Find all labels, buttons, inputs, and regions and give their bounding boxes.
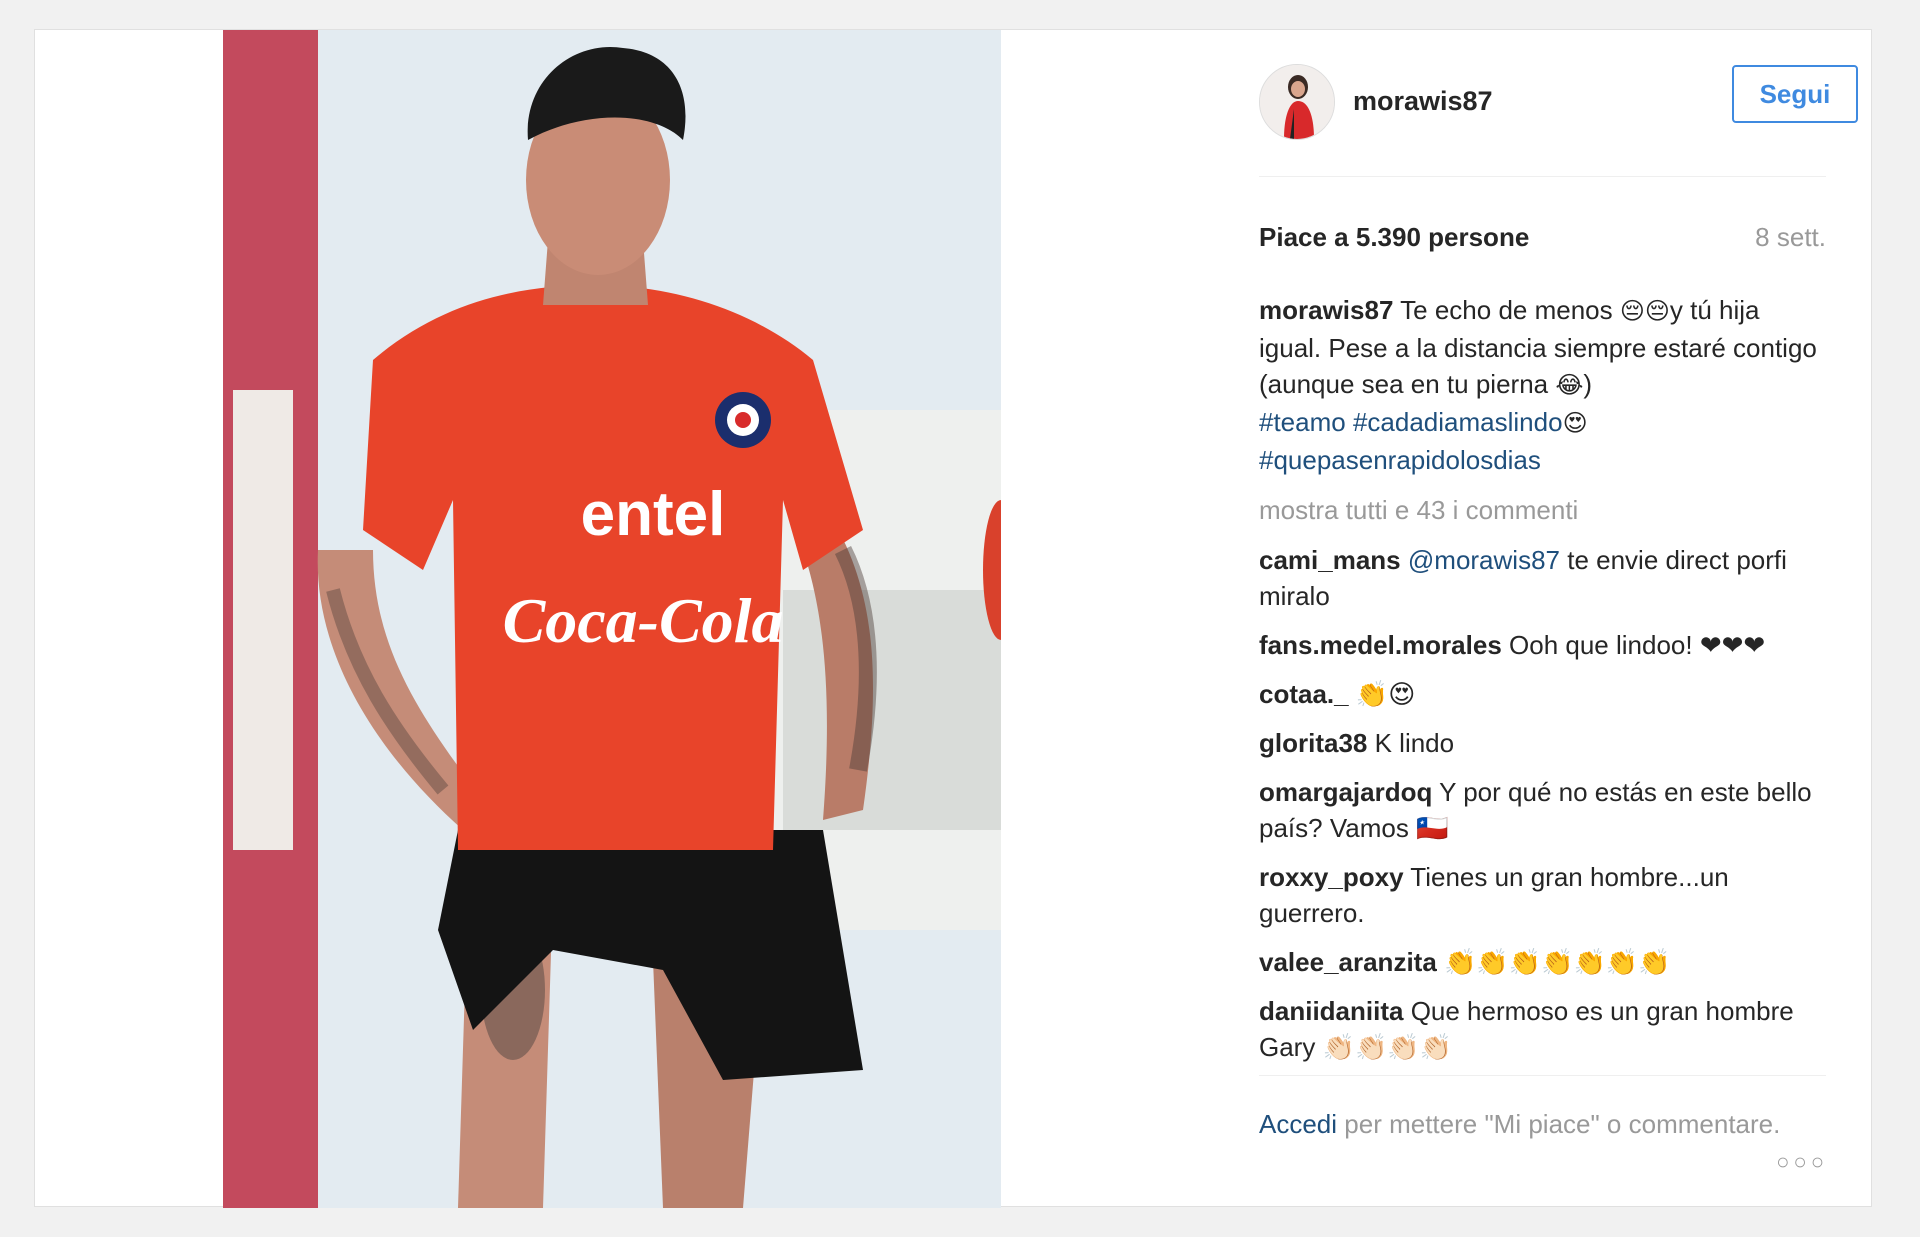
comment-username[interactable]: valee_aranzita xyxy=(1259,947,1437,977)
comment-text: K lindo xyxy=(1367,728,1455,758)
login-link[interactable]: Accedi xyxy=(1259,1109,1337,1139)
caption-username[interactable]: morawis87 xyxy=(1259,295,1393,325)
caption-text-3: ) xyxy=(1583,369,1593,399)
comments-list: morawis87 Te echo de menos 😔😔y tú hija i… xyxy=(1259,292,1826,1078)
post-card: entel Coca-Cola morawis87 Segui Piace a … xyxy=(34,29,1872,1208)
comment-username[interactable]: cotaa._ xyxy=(1259,679,1349,709)
comment-item: daniidaniita Que hermoso es un gran homb… xyxy=(1259,993,1826,1065)
post-username[interactable]: morawis87 xyxy=(1353,86,1493,117)
follow-button[interactable]: Segui xyxy=(1732,65,1858,123)
comment-item: cotaa._ 👏😍 xyxy=(1259,676,1826,712)
caption-text: Te echo de menos xyxy=(1393,295,1620,325)
show-all-comments[interactable]: mostra tutti e 43 i commenti xyxy=(1259,492,1826,528)
caption-emoji-laugh: 😂 xyxy=(1555,372,1584,399)
comment-username[interactable]: omargajardoq xyxy=(1259,777,1432,807)
more-options-icon[interactable]: ○○○ xyxy=(1776,1144,1828,1180)
comment-username[interactable]: fans.medel.morales xyxy=(1259,630,1502,660)
likes-count[interactable]: Piace a 5.390 persone xyxy=(1259,222,1529,252)
sponsor-entel: entel xyxy=(581,480,726,549)
comment-text: Ooh que lindoo! ❤❤❤ xyxy=(1501,630,1766,660)
sponsor-coca-cola: Coca-Cola xyxy=(503,585,784,656)
hashtag-quepasenrapidolosdias[interactable]: #quepasenrapidolosdias xyxy=(1259,445,1541,475)
hashtag-teamo[interactable]: #teamo xyxy=(1259,407,1346,437)
comment-item: glorita38 K lindo xyxy=(1259,725,1826,761)
comment-username[interactable]: daniidaniita xyxy=(1259,996,1403,1026)
comment-username[interactable]: cami_mans xyxy=(1259,545,1401,575)
post-side-panel: morawis87 Segui Piace a 5.390 persone 8 … xyxy=(1259,30,1860,1208)
comment-mention[interactable]: @morawis87 xyxy=(1408,545,1560,575)
comment-username[interactable]: glorita38 xyxy=(1259,728,1367,758)
avatar-image xyxy=(1260,65,1334,139)
comment-username[interactable]: roxxy_poxy xyxy=(1259,862,1404,892)
caption-emoji-pensive: 😔😔 xyxy=(1619,298,1670,325)
comment-item: omargajardoq Y por qué no estás en este … xyxy=(1259,774,1826,846)
likes-row: Piace a 5.390 persone 8 sett. xyxy=(1259,222,1826,253)
post-header: morawis87 Segui xyxy=(1259,64,1858,177)
footer-text: per mettere "Mi piace" o commentare. xyxy=(1337,1109,1781,1139)
comment-item: valee_aranzita 👏👏👏👏👏👏👏 xyxy=(1259,944,1826,980)
post-photo[interactable]: entel Coca-Cola xyxy=(223,30,1001,1208)
post-time[interactable]: 8 sett. xyxy=(1755,222,1826,253)
photo-illustration: entel Coca-Cola xyxy=(223,30,1001,1208)
comment-item: fans.medel.morales Ooh que lindoo! ❤❤❤ xyxy=(1259,627,1826,663)
comment-text: 👏👏👏👏👏👏👏 xyxy=(1436,947,1671,977)
caption: morawis87 Te echo de menos 😔😔y tú hija i… xyxy=(1259,292,1826,478)
avatar[interactable] xyxy=(1259,64,1335,140)
post-footer: Accedi per mettere "Mi piace" o commenta… xyxy=(1259,1075,1826,1174)
hashtag-cadadiamaslindo[interactable]: #cadadiamaslindo xyxy=(1353,407,1563,437)
comment-text: 👏😍 xyxy=(1348,679,1416,709)
comment-item: cami_mans @morawis87 te envie direct por… xyxy=(1259,542,1826,614)
caption-emoji-hearteyes: 😍 xyxy=(1562,410,1588,437)
comment-item: roxxy_poxy Tienes un gran hombre...un gu… xyxy=(1259,859,1826,931)
